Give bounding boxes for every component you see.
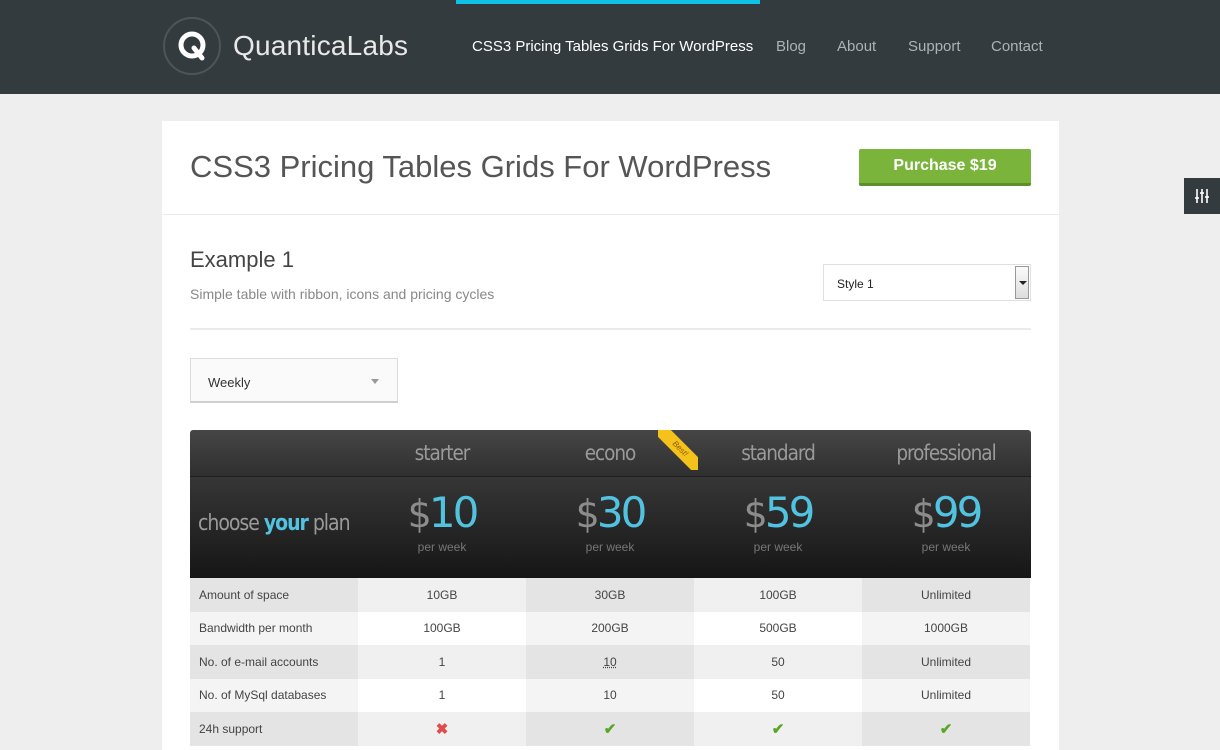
plan-column-header: standard <box>694 430 862 477</box>
plan-price: $59 per week <box>694 477 862 555</box>
price-period: per week <box>753 540 803 554</box>
best-ribbon: Best! <box>658 430 698 470</box>
sliders-icon <box>1195 189 1209 203</box>
nav-item-pricing-tables[interactable]: CSS3 Pricing Tables Grids For WordPress <box>472 38 753 55</box>
ribbon-label: Best! <box>658 430 698 470</box>
feature-value: Unlimited <box>862 678 1030 712</box>
main-content-card: CSS3 Pricing Tables Grids For WordPress … <box>162 121 1059 750</box>
example-subtitle: Simple table with ribbon, icons and pric… <box>190 286 495 302</box>
nav-item-blog[interactable]: Blog <box>776 38 806 55</box>
feature-value: 50 <box>694 645 862 679</box>
price-row: choose your plan $10 per week $30 per week… <box>190 477 1031 578</box>
feature-value: 200GB <box>526 611 694 645</box>
tooltip-value[interactable]: 10 <box>603 655 616 669</box>
purchase-button[interactable]: Purchase $19 <box>859 149 1031 186</box>
plan-column-header: starter <box>358 430 526 477</box>
table-row: Amount of space 10GB 30GB 100GB Unlimite… <box>190 578 1031 612</box>
pricing-cycle-value: Weekly <box>208 375 251 390</box>
feature-label: Bandwidth per month <box>190 611 358 645</box>
currency-symbol: $ <box>743 492 768 536</box>
pricing-table: starter econo standard professional Best… <box>190 430 1031 746</box>
price-value: 59 <box>764 488 815 537</box>
feature-value: 500GB <box>694 611 862 645</box>
table-row: No. of MySql databases 1 10 50 Unlimited <box>190 678 1031 712</box>
table-row: No. of e-mail accounts 1 10 50 Unlimited <box>190 645 1031 679</box>
choose-your-plan-heading: choose your plan <box>198 511 351 536</box>
pricing-cycle-select[interactable]: Weekly <box>190 358 398 403</box>
main-nav: CSS3 Pricing Tables Grids For WordPress … <box>0 38 1220 58</box>
plan-price: $30 per week <box>526 477 694 555</box>
currency-symbol: $ <box>407 492 432 536</box>
feature-label: No. of MySql databases <box>190 678 358 712</box>
active-nav-indicator <box>456 0 760 4</box>
nav-item-about[interactable]: About <box>837 38 876 55</box>
check-icon: ✔ <box>939 720 953 738</box>
feature-value: Unlimited <box>862 645 1030 679</box>
divider <box>162 214 1059 215</box>
feature-value: ✔ <box>526 712 694 746</box>
feature-label: No. of e-mail accounts <box>190 645 358 679</box>
currency-symbol: $ <box>911 492 936 536</box>
plan-price: $10 per week <box>358 477 526 555</box>
feature-value: 100GB <box>694 578 862 612</box>
top-navigation-bar: QuanticaLabs CSS3 Pricing Tables Grids F… <box>0 0 1220 94</box>
feature-value: 1 <box>358 678 526 712</box>
feature-value: Unlimited <box>862 578 1030 612</box>
nav-item-support[interactable]: Support <box>908 38 961 55</box>
table-row: Bandwidth per month 100GB 200GB 500GB 10… <box>190 611 1031 645</box>
feature-value: 100GB <box>358 611 526 645</box>
plan-header-row: starter econo standard professional Best… <box>190 430 1031 477</box>
plan-name: professional <box>896 441 996 465</box>
style-select-value: Style 1 <box>837 277 874 291</box>
price-period: per week <box>417 540 467 554</box>
feature-value: ✔ <box>862 712 1030 746</box>
feature-label: 24h support <box>190 712 358 746</box>
feature-value: 10 <box>526 645 694 679</box>
plan-column-header: professional <box>862 430 1030 477</box>
feature-value: ✖ <box>358 712 526 746</box>
divider <box>190 328 1031 330</box>
check-icon: ✔ <box>603 720 617 738</box>
table-row: 24h support ✖ ✔ ✔ ✔ <box>190 712 1031 746</box>
chevron-down-icon <box>371 379 379 384</box>
nav-item-contact[interactable]: Contact <box>991 38 1043 55</box>
feature-value: 10 <box>526 678 694 712</box>
feature-value: 50 <box>694 678 862 712</box>
feature-value: ✔ <box>694 712 862 746</box>
settings-panel-toggle[interactable] <box>1184 178 1220 214</box>
feature-label: Amount of space <box>190 578 358 612</box>
feature-value: 1000GB <box>862 611 1030 645</box>
check-icon: ✔ <box>771 720 785 738</box>
example-title: Example 1 <box>190 247 294 272</box>
feature-value: 30GB <box>526 578 694 612</box>
price-value: 30 <box>596 488 647 537</box>
plan-name: starter <box>414 441 471 465</box>
price-period: per week <box>921 540 971 554</box>
page-title: CSS3 Pricing Tables Grids For WordPress <box>190 149 772 184</box>
price-value: 10 <box>428 488 479 537</box>
plan-name: standard <box>741 441 816 465</box>
price-value: 99 <box>932 488 983 537</box>
cross-icon: ✖ <box>435 720 449 738</box>
plan-price: $99 per week <box>862 477 1030 555</box>
feature-value: 10GB <box>358 578 526 612</box>
price-period: per week <box>585 540 635 554</box>
feature-value: 1 <box>358 645 526 679</box>
currency-symbol: $ <box>575 492 600 536</box>
dropdown-arrow-icon[interactable] <box>1015 266 1029 299</box>
style-select[interactable]: Style 1 <box>823 264 1031 301</box>
